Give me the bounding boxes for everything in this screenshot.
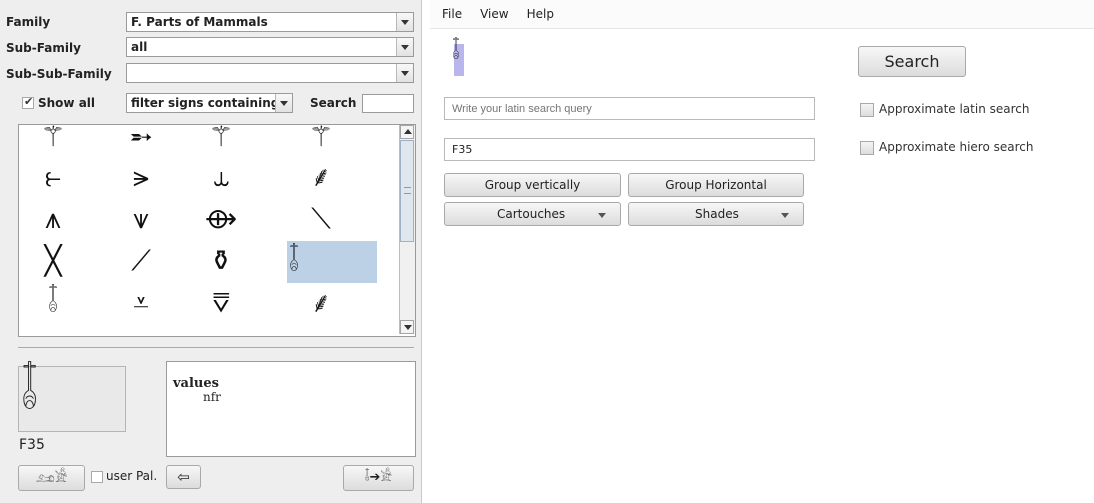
sign-glyph: ⟋ (131, 244, 151, 277)
result-glyph[interactable]: 𓄤 (452, 42, 460, 64)
sign-glyph: 𓄤 (289, 245, 300, 278)
sign-cell[interactable]: ⩡ (107, 283, 175, 323)
sign-glyph: ⸙ (310, 286, 332, 319)
filter-mode-select[interactable]: filter signs containing (126, 93, 293, 113)
sign-glyph: ⩡ (133, 286, 149, 319)
family-label: Family (6, 15, 51, 29)
sign-cell[interactable]: ⟴ (187, 199, 255, 239)
shades-dropdown[interactable]: Shades (628, 202, 804, 226)
sign-cell[interactable]: ⩚ (19, 199, 87, 239)
sign-glyph: ⸙ (310, 160, 332, 193)
insert-arrow-icon: 𓄤➔𓀀 (364, 470, 393, 485)
sign-glyph: ⥿ (213, 160, 229, 193)
user-pal-checkbox[interactable] (91, 471, 103, 483)
group-vertically-button[interactable]: Group vertically (444, 173, 621, 197)
cartouches-label: Cartouches (497, 207, 566, 221)
chevron-down-icon[interactable] (275, 94, 292, 112)
sign-cell[interactable]: ╳ (19, 241, 87, 281)
chevron-down-icon[interactable] (396, 13, 413, 31)
sign-cell[interactable]: ⚚ (19, 124, 87, 157)
back-button[interactable]: ⇦ (166, 465, 201, 489)
scroll-thumb[interactable] (400, 140, 414, 242)
sign-glyph: ⩢ (212, 286, 230, 319)
user-pal-label: user Pal. (106, 469, 158, 483)
sign-cell[interactable]: ⟋ (107, 241, 175, 281)
sub-sub-family-select[interactable] (126, 63, 414, 83)
sign-glyph: 𓄤 (47, 286, 59, 319)
menu-view[interactable]: View (480, 7, 508, 21)
sub-family-select[interactable]: all (126, 37, 414, 57)
search-label: Search (310, 96, 357, 110)
sub-family-label: Sub-Family (6, 41, 81, 55)
arrow-left-icon: ⇦ (177, 468, 190, 486)
sign-cell[interactable]: ⪫ (107, 157, 175, 197)
sign-glyph: ➵ (129, 124, 153, 153)
separator (18, 347, 414, 348)
sign-cell[interactable]: ⚚ (287, 124, 355, 157)
approx-latin-label: Approximate latin search (879, 102, 1030, 116)
scroll-down-icon[interactable] (400, 320, 414, 334)
checkmark-icon: ✔ (24, 95, 34, 108)
menu-bar: File View Help (430, 0, 1094, 29)
approx-hiero-checkbox[interactable] (860, 141, 874, 155)
sign-glyph: ⟍ (311, 202, 331, 235)
sign-glyph: ⟴ (204, 202, 238, 235)
insert-sign-button[interactable]: 𓄤➔𓀀 (343, 465, 414, 491)
sign-cell[interactable]: ⚚ (187, 124, 255, 157)
sign-cell[interactable]: ⸙ (287, 283, 355, 323)
sign-cell[interactable]: ➵ (107, 124, 175, 157)
group-horizontal-button[interactable]: Group Horizontal (628, 173, 804, 197)
cartouches-dropdown[interactable]: Cartouches (444, 202, 621, 226)
sign-glyph: ⩛ (133, 202, 149, 235)
chevron-down-icon[interactable] (396, 64, 413, 82)
shades-label: Shades (695, 207, 739, 221)
sign-glyph: ╳ (44, 244, 62, 277)
sign-cell[interactable]: ⚱ (187, 241, 255, 281)
info-value: nfr (203, 390, 221, 404)
latin-search-input[interactable] (444, 97, 815, 120)
sign-cell[interactable]: 𓄤 (19, 283, 87, 323)
sign-glyph: ⚚ (308, 124, 334, 153)
chevron-down-icon[interactable] (396, 38, 413, 56)
family-select[interactable]: F. Parts of Mammals (126, 12, 414, 32)
sign-grid: ⚚ ➵ ⚚ ⚚ ⥼ ⪫ ⥿ ⸙ ⩚ ⩛ ⟴ ⟍ ╳ ⟋ ⚱ 𓄤 𓄤 ⩡ ⩢ ⸙ (18, 124, 416, 337)
menu-file[interactable]: File (442, 7, 462, 21)
hieroglyph-palette-button[interactable]: 𓃭𓀀 (18, 465, 85, 491)
sign-palette-panel: Family F. Parts of Mammals Sub-Family al… (0, 0, 422, 503)
sub-family-select-value: all (131, 40, 148, 54)
preview-glyph: 𓄤 (21, 365, 39, 421)
sign-glyph: ⚚ (208, 124, 234, 153)
sign-glyph: ⩚ (45, 202, 61, 235)
preview-code: F35 (19, 437, 45, 453)
filter-mode-value: filter signs containing (131, 96, 280, 110)
sign-glyph: ⚚ (40, 124, 66, 153)
sub-sub-family-label: Sub-Sub-Family (6, 67, 112, 81)
sign-cell[interactable]: ⩢ (187, 283, 255, 323)
sign-cell[interactable]: ⩛ (107, 199, 175, 239)
sign-glyph: ⪫ (133, 160, 149, 193)
approx-hiero-label: Approximate hiero search (879, 140, 1034, 154)
info-title: values (173, 376, 219, 391)
sign-info-box: values nfr (166, 361, 416, 457)
family-select-value: F. Parts of Mammals (131, 15, 268, 29)
sign-preview: 𓄤 (18, 366, 126, 432)
sign-cell[interactable]: ⥼ (19, 157, 87, 197)
sign-cell[interactable]: ⟍ (287, 199, 355, 239)
approx-latin-checkbox[interactable] (860, 103, 874, 117)
sign-glyph: ⚱ (209, 244, 233, 277)
hiero-search-input[interactable]: F35 (444, 138, 815, 161)
sign-glyph: ⥼ (45, 160, 61, 193)
search-button[interactable]: Search (858, 46, 966, 77)
sign-cell[interactable]: ⸙ (287, 157, 355, 197)
grid-scrollbar[interactable] (399, 125, 415, 334)
menu-help[interactable]: Help (527, 7, 554, 21)
sign-cell[interactable]: ⥿ (187, 157, 255, 197)
sign-cell[interactable]: 𓄤 (287, 241, 377, 283)
show-all-checkbox[interactable]: ✔ (22, 95, 34, 109)
scroll-up-icon[interactable] (400, 125, 414, 139)
show-all-label: Show all (38, 96, 96, 110)
palette-icon: 𓃭𓀀 (35, 470, 68, 486)
sign-search-input[interactable] (362, 94, 414, 113)
